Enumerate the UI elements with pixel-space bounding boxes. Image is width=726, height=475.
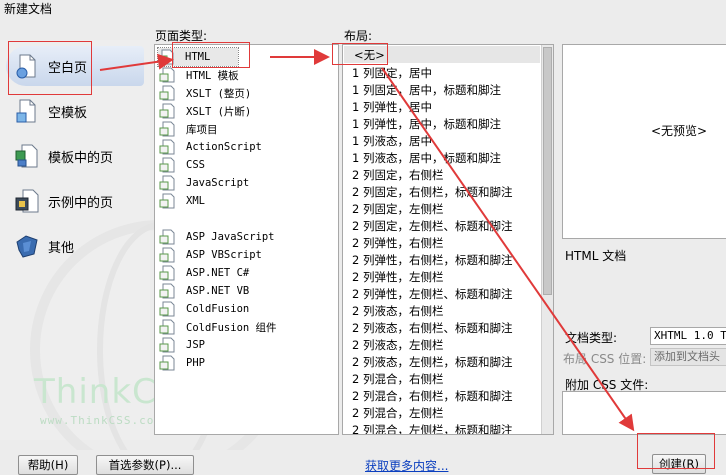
page-type-item[interactable]: ActionScript (159, 138, 262, 156)
page-type-item[interactable]: XSLT (片断) (159, 102, 251, 120)
doc-type-select[interactable]: XHTML 1.0 Tr (650, 327, 726, 345)
help-button[interactable]: 帮助(H) (18, 455, 78, 475)
layout-item[interactable]: 2 列液态，右侧栏、标题和脚注 (352, 319, 512, 336)
layout-item[interactable]: 2 列弹性，右侧栏 (352, 234, 443, 251)
layout-item[interactable]: 2 列混合，左侧栏，标题和脚注 (352, 421, 512, 435)
layout-item[interactable]: 2 列固定，左侧栏、标题和脚注 (352, 217, 512, 234)
page-type-item[interactable]: PHP (159, 354, 205, 372)
layout-item[interactable]: 2 列混合，右侧栏 (352, 370, 443, 387)
layout-item[interactable]: 1 列弹性，居中 (352, 98, 432, 115)
layout-item[interactable]: 1 列弹性，居中，标题和脚注 (352, 115, 501, 132)
page-type-item[interactable]: ColdFusion (159, 300, 249, 318)
category-blank-template[interactable]: 空模板 (6, 91, 144, 131)
layout-item[interactable]: 1 列液态，居中 (352, 132, 432, 149)
page-type-item[interactable]: ASP.NET VB (159, 282, 249, 300)
attach-css-list[interactable] (562, 391, 726, 435)
page-type-item[interactable]: HTML 模板 (159, 66, 239, 84)
css-position-select[interactable]: 添加到文档头 (650, 348, 726, 366)
file-icon (159, 103, 175, 119)
file-icon (159, 157, 175, 173)
layout-item[interactable]: 1 列液态，居中，标题和脚注 (352, 149, 501, 166)
preview-placeholder: <无预览> (651, 124, 708, 138)
layout-item[interactable]: 2 列液态，左侧栏，标题和脚注 (352, 353, 512, 370)
blank-template-icon (16, 99, 36, 123)
file-icon (159, 193, 175, 209)
file-icon (159, 337, 175, 353)
layout-item[interactable]: 2 列混合，右侧栏，标题和脚注 (352, 387, 512, 404)
file-icon (159, 319, 175, 335)
category-label: 示例中的页 (48, 195, 114, 211)
file-icon (159, 229, 175, 245)
layout-list[interactable]: <无> 1 列固定，居中 1 列固定，居中，标题和脚注 1 列弹性，居中 1 列… (342, 44, 554, 435)
category-label: 模板中的页 (48, 150, 114, 166)
layout-item[interactable]: 2 列固定，右侧栏，标题和脚注 (352, 183, 512, 200)
sample-page-icon (15, 189, 39, 213)
file-icon (159, 121, 175, 137)
category-template-page[interactable]: 模板中的页 (6, 136, 144, 176)
file-icon (159, 139, 175, 155)
page-type-item[interactable]: ASP VBScript (159, 246, 262, 264)
page-type-item[interactable]: JavaScript (159, 174, 249, 192)
page-type-item[interactable]: ColdFusion 组件 (159, 318, 277, 336)
layout-item[interactable]: 2 列弹性，右侧栏，标题和脚注 (352, 251, 512, 268)
layout-item[interactable]: 2 列液态，左侧栏 (352, 336, 443, 353)
layout-item[interactable]: 2 列固定，左侧栏 (352, 200, 443, 217)
file-icon (159, 283, 175, 299)
file-icon (159, 265, 175, 281)
layout-item[interactable]: 2 列液态，右侧栏 (352, 302, 443, 319)
layout-item[interactable]: 2 列弹性，左侧栏、标题和脚注 (352, 285, 512, 302)
page-type-item[interactable]: ASP JavaScript (159, 228, 275, 246)
page-type-item[interactable]: ASP.NET C# (159, 264, 249, 282)
css-position-label: 布局 CSS 位置: (563, 352, 647, 366)
window-title: 新建文档 (4, 2, 53, 16)
doc-type-label: 文档类型: (565, 331, 618, 345)
preferences-button[interactable]: 首选参数(P)... (96, 455, 194, 475)
get-more-content-link[interactable]: 获取更多内容... (365, 457, 448, 474)
layout-item[interactable]: 2 列弹性，左侧栏 (352, 268, 443, 285)
file-icon (159, 355, 175, 371)
layout-scrollbar-thumb[interactable] (543, 47, 552, 295)
page-type-item[interactable]: CSS (159, 156, 205, 174)
layout-scrollbar[interactable] (541, 45, 553, 434)
file-icon (159, 175, 175, 191)
layout-item[interactable]: 1 列固定，居中，标题和脚注 (352, 81, 501, 98)
doc-description: HTML 文档 (565, 249, 627, 263)
page-type-list[interactable]: HTML HTML 模板 XSLT (整页) XSLT (片断) 库项目 Act… (154, 44, 339, 435)
category-label: 空模板 (48, 105, 88, 121)
file-icon (159, 67, 175, 83)
layout-item[interactable]: 1 列固定，居中 (352, 64, 432, 81)
annotation-box-category (8, 41, 92, 95)
annotation-box-layout (332, 43, 388, 65)
page-type-item[interactable]: 库项目 (159, 120, 218, 138)
page-type-item[interactable]: XSLT (整页) (159, 84, 251, 102)
category-sample-page[interactable]: 示例中的页 (6, 181, 144, 221)
layout-item[interactable]: 2 列固定，右侧栏 (352, 166, 443, 183)
annotation-box-page-type (172, 42, 250, 68)
file-icon (159, 247, 175, 263)
template-page-icon (15, 144, 38, 168)
layout-item[interactable]: 2 列混合，左侧栏 (352, 404, 443, 421)
file-icon (159, 301, 175, 317)
file-icon (159, 85, 175, 101)
layout-label: 布局: (344, 29, 373, 43)
watermark-url: www.ThinkCSS.com (40, 414, 162, 427)
page-type-item[interactable]: XML (159, 192, 205, 210)
page-type-item[interactable]: JSP (159, 336, 205, 354)
annotation-box-create (637, 433, 715, 469)
preview-pane: <无预览> (562, 44, 726, 239)
